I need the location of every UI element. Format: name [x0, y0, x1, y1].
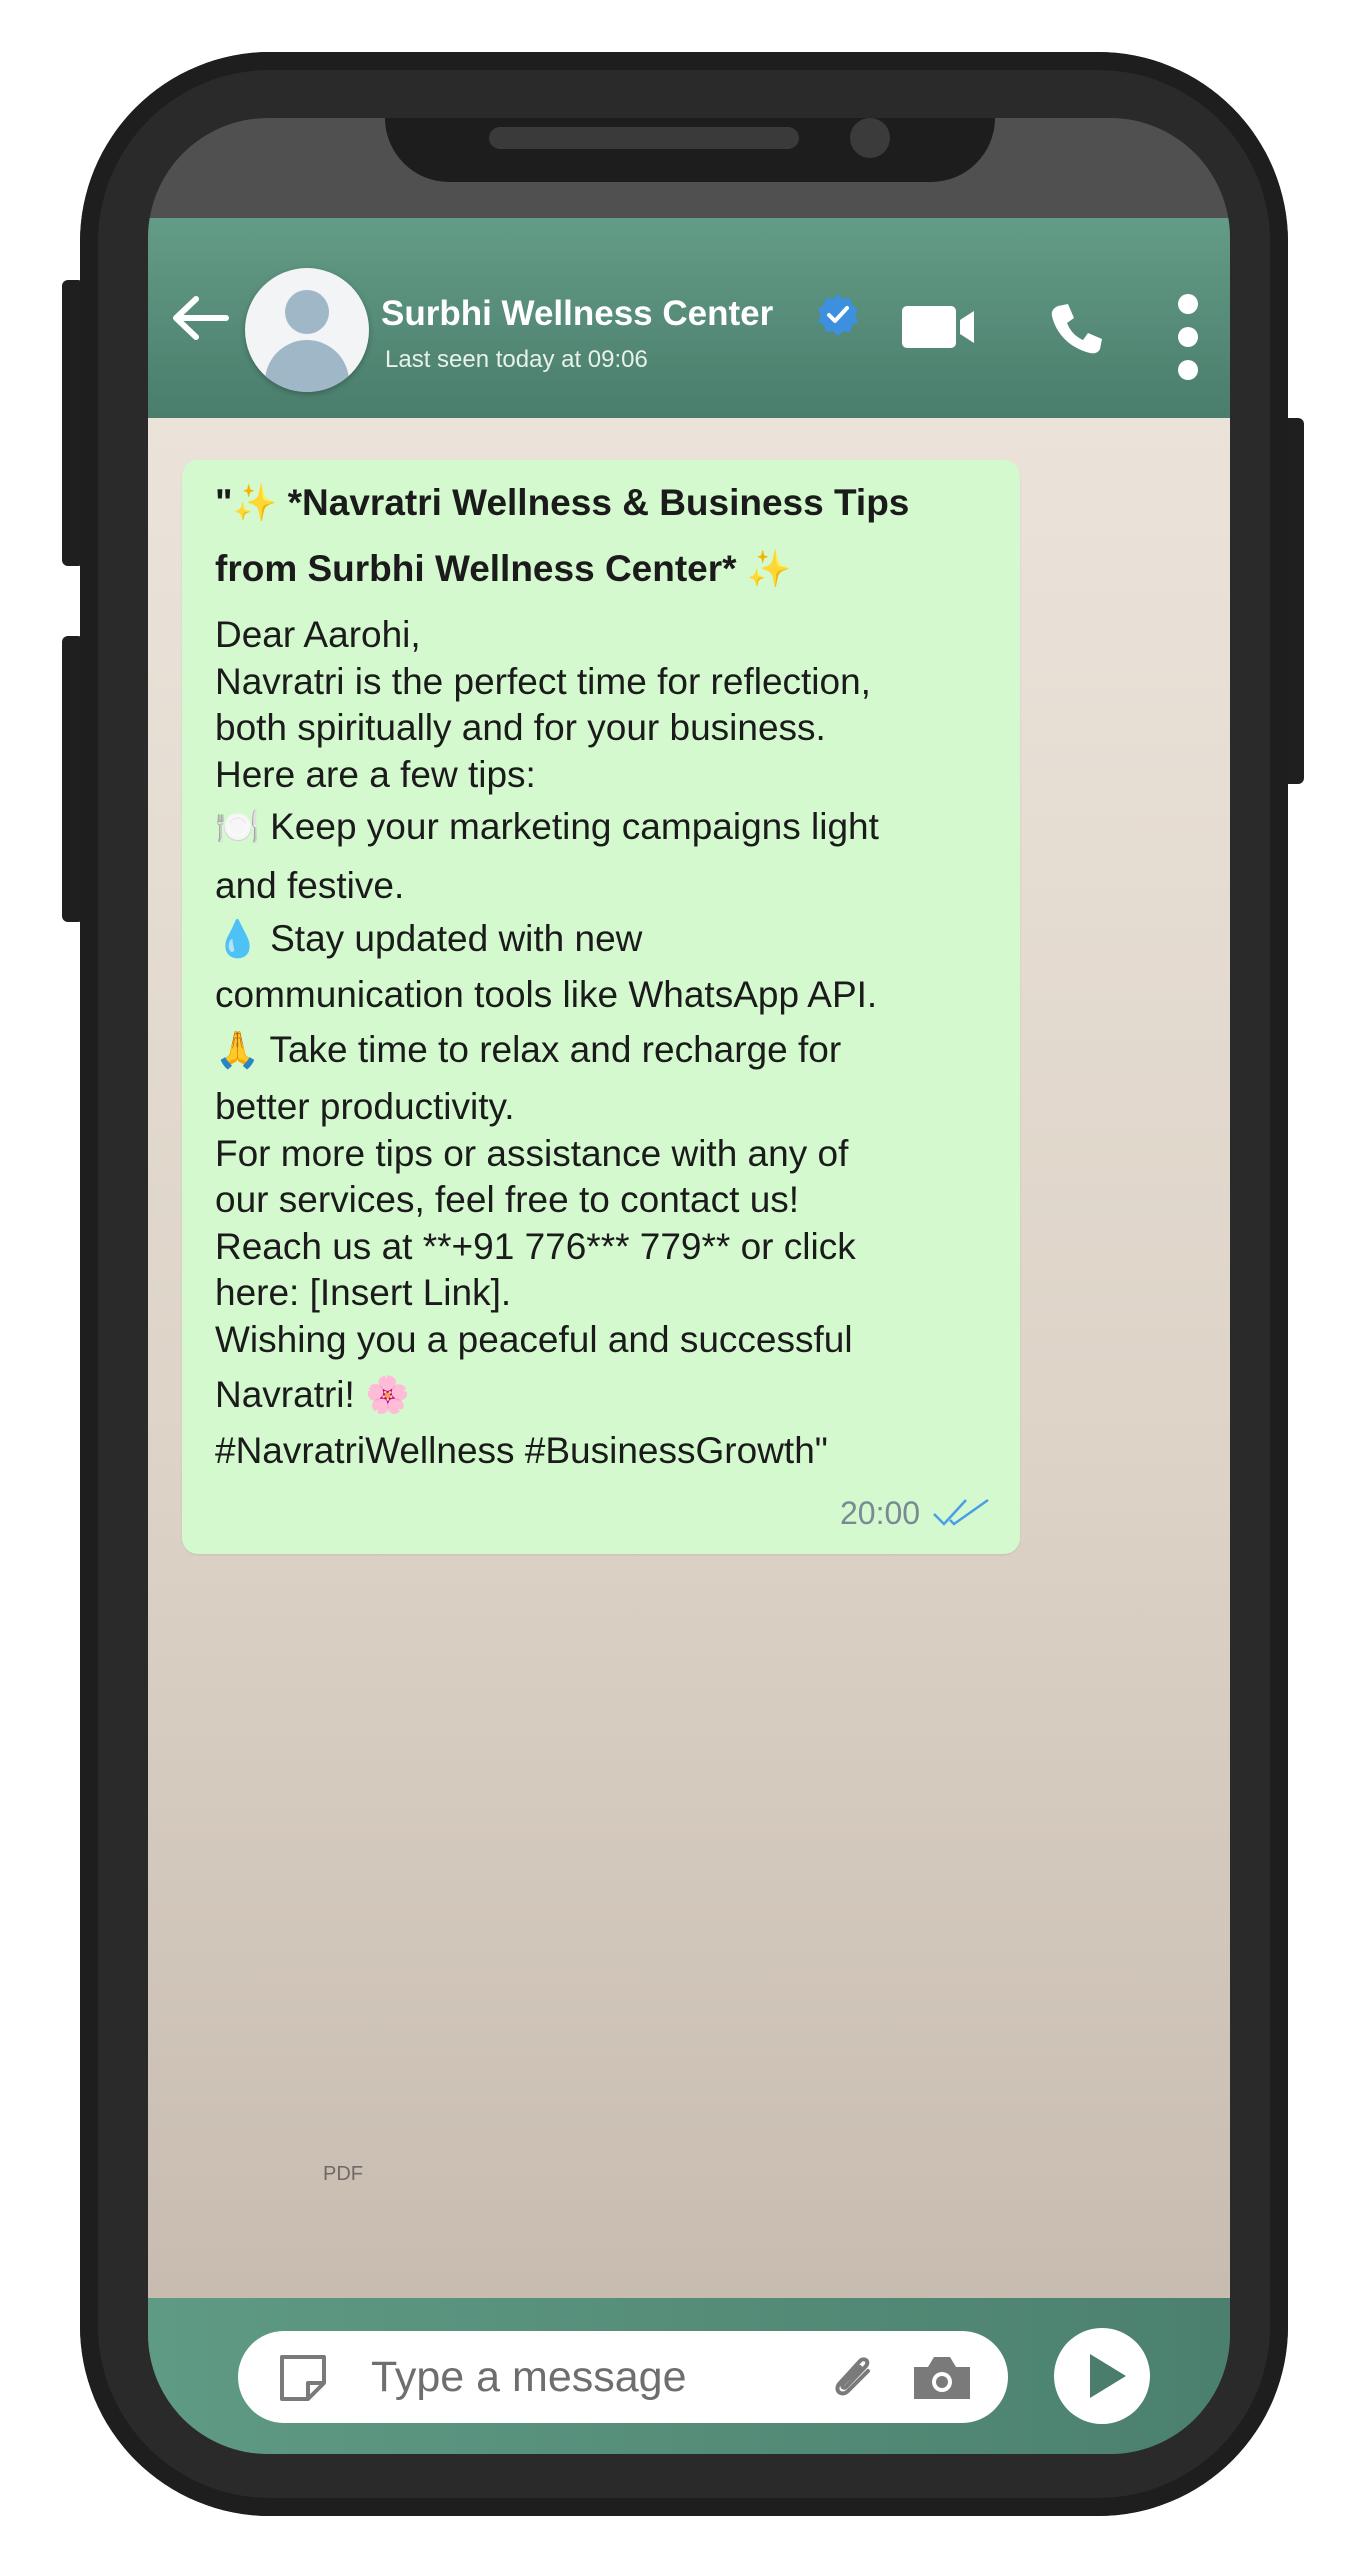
sparkles-emoji: ✨ [232, 482, 278, 523]
send-button[interactable] [1054, 2328, 1150, 2424]
more-options-icon[interactable] [1176, 292, 1200, 382]
message-placeholder[interactable]: Type a message [371, 2353, 687, 2402]
camera-icon[interactable] [910, 2353, 974, 2403]
message-line: Here are a few tips: [215, 754, 536, 795]
message-input[interactable]: Type a message [238, 2331, 1008, 2423]
message-line: Reach us at **+91 776*** 779** or click [215, 1226, 856, 1267]
back-arrow-icon[interactable] [170, 293, 230, 343]
message-line: Navratri is the perfect time for reflect… [215, 661, 871, 702]
message-line: For more tips or assistance with any of [215, 1133, 849, 1174]
verified-badge-icon [816, 292, 860, 336]
avatar-head [285, 290, 329, 334]
message-line: and festive. [215, 865, 405, 906]
message-line: Wishing you a peaceful and successful [215, 1319, 853, 1360]
chat-header: Surbhi Wellness Center Last seen today a… [148, 218, 1230, 418]
message-text: Keep your marketing campaigns light [259, 806, 879, 847]
message-timestamp: 20:00 [840, 1495, 921, 1531]
message-line: 🍽️ Keep your marketing campaigns light [215, 806, 879, 848]
message-text: Navratri! [215, 1374, 366, 1415]
phone-call-icon[interactable] [1048, 300, 1104, 356]
message-line: here: [Insert Link]. [215, 1272, 512, 1313]
attach-paperclip-icon[interactable] [828, 2351, 880, 2405]
message-line: "✨ *Navratri Wellness & Business Tips [215, 482, 909, 524]
avatar-body [265, 340, 349, 392]
message-line: 🙏 Take time to relax and recharge for [215, 1029, 841, 1071]
quote-mark: " [215, 482, 233, 523]
earpiece-speaker [489, 127, 799, 149]
message-bubble[interactable]: "✨ *Navratri Wellness & Business Tips fr… [182, 460, 1020, 1554]
video-call-icon[interactable] [900, 302, 980, 352]
last-seen-status: Last seen today at 09:06 [385, 346, 648, 373]
message-line: our services, feel free to contact us! [215, 1179, 800, 1220]
message-line: communication tools like WhatsApp API. [215, 974, 878, 1015]
droplet-emoji: 💧 [215, 918, 260, 959]
chat-area[interactable]: "✨ *Navratri Wellness & Business Tips fr… [148, 418, 1230, 2298]
message-line: from Surbhi Wellness Center* ✨ [215, 548, 792, 590]
message-text: *Navratri Wellness & Business Tips [277, 482, 910, 523]
message-text: Stay updated with new [259, 918, 643, 959]
plate-emoji: 🍽️ [215, 806, 260, 847]
message-line: Dear Aarohi, [215, 614, 421, 655]
sticker-icon[interactable] [276, 2353, 330, 2403]
composer-bar: Type a message [148, 2298, 1230, 2454]
message-text: Take time to relax and recharge for [259, 1029, 842, 1070]
message-line: both spiritually and for your business. [215, 707, 826, 748]
send-icon [1090, 2354, 1126, 2398]
pdf-label: PDF [323, 2163, 363, 2185]
contact-name[interactable]: Surbhi Wellness Center [381, 294, 773, 334]
message-line: better productivity. [215, 1086, 515, 1127]
message-line: Navratri! 🌸 [215, 1374, 410, 1416]
front-camera [850, 118, 890, 158]
phone-screen: Surbhi Wellness Center Last seen today a… [148, 118, 1230, 2454]
folded-hands-emoji: 🙏 [215, 1029, 260, 1070]
blossom-emoji: 🌸 [365, 1374, 410, 1415]
contact-avatar[interactable] [245, 268, 369, 392]
message-line: 💧 Stay updated with new [215, 918, 642, 960]
read-receipt-icon [932, 1498, 992, 1528]
sparkles-emoji: ✨ [746, 548, 792, 589]
message-text: from Surbhi Wellness Center* [215, 548, 747, 589]
message-line: #NavratriWellness #BusinessGrowth" [215, 1430, 828, 1471]
